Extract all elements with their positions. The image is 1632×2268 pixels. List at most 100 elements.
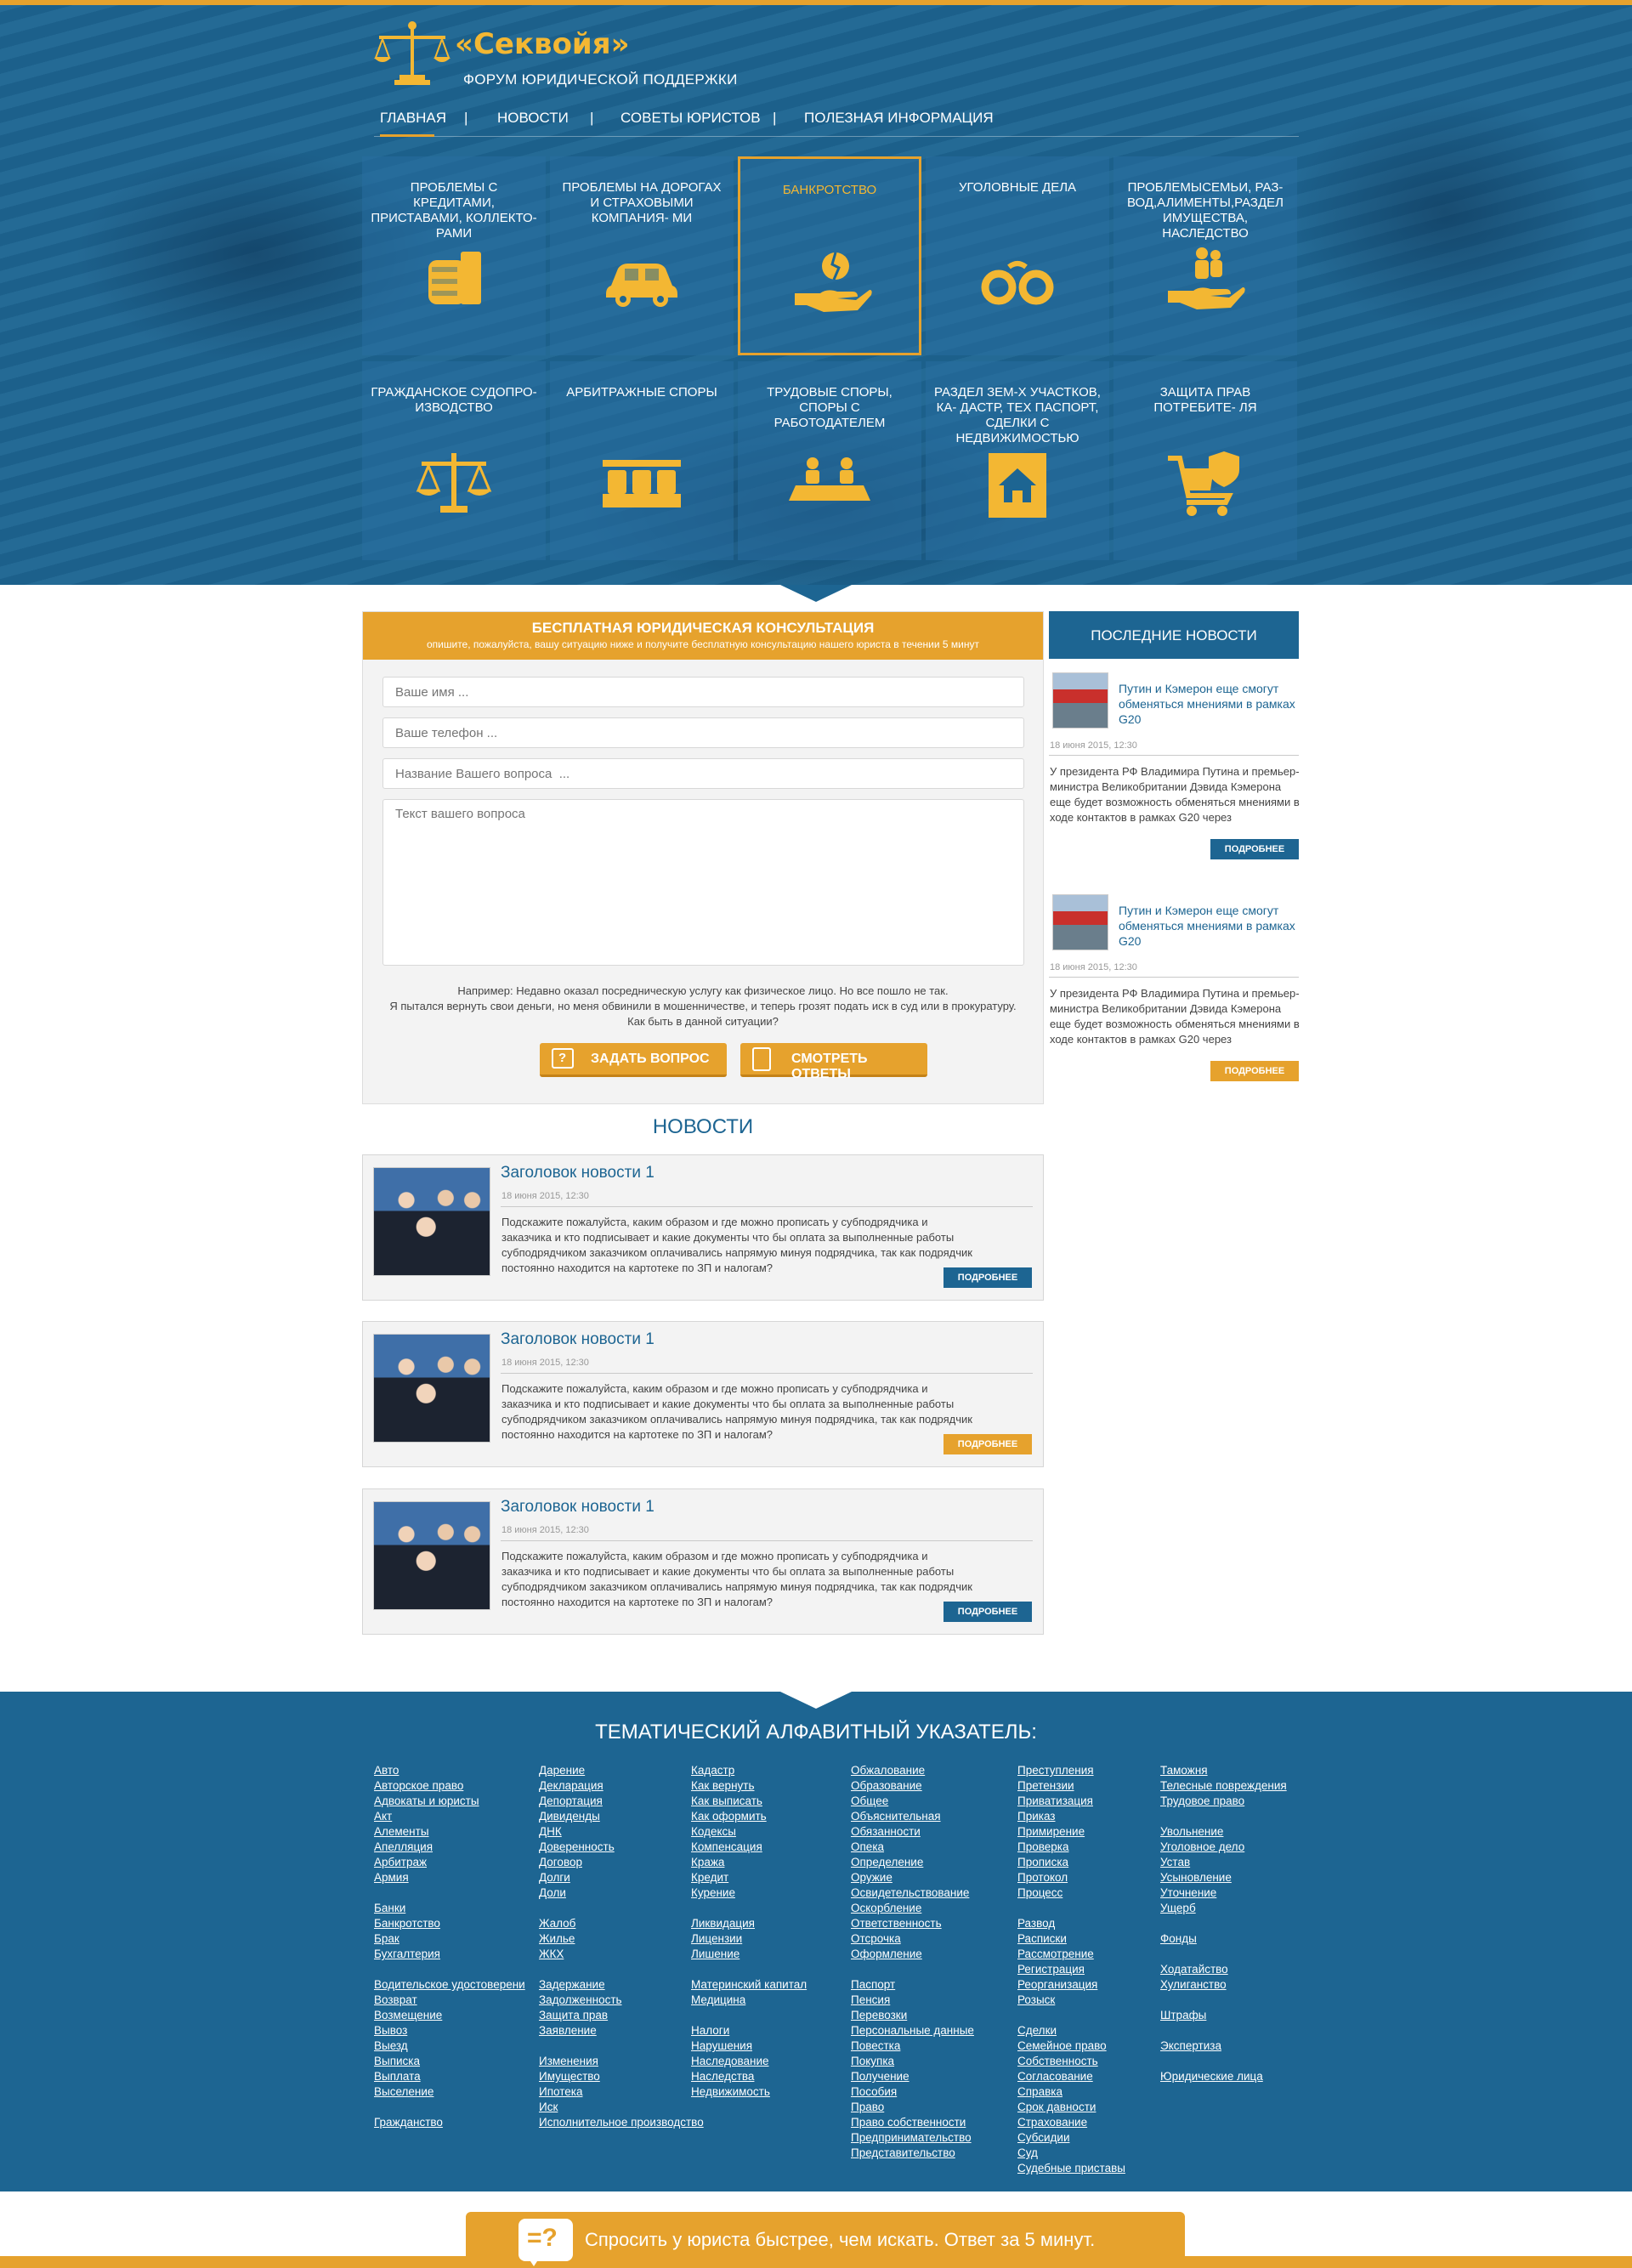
index-link[interactable]: Оскорбление bbox=[851, 1901, 974, 1916]
index-link[interactable]: Субсидии bbox=[1017, 2130, 1125, 2146]
index-link[interactable]: Брак bbox=[374, 1931, 525, 1947]
more-button[interactable]: ПОДРОБНЕЕ bbox=[944, 1267, 1032, 1288]
index-link[interactable]: Хулиганство bbox=[1160, 1977, 1287, 1993]
index-link[interactable]: Устав bbox=[1160, 1855, 1287, 1870]
index-link[interactable]: Реорганизация bbox=[1017, 1977, 1125, 1993]
index-link[interactable]: Оформление bbox=[851, 1947, 974, 1962]
index-link[interactable]: Лицензии bbox=[691, 1931, 807, 1947]
view-answers-button[interactable]: СМОТРЕТЬ ОТВЕТЫ bbox=[740, 1043, 927, 1081]
index-link[interactable]: Согласование bbox=[1017, 2069, 1125, 2084]
index-link[interactable]: Общее bbox=[851, 1794, 974, 1809]
index-link[interactable]: Исполнительное производство bbox=[539, 2115, 704, 2130]
index-link[interactable]: Претензии bbox=[1017, 1778, 1125, 1794]
ask-question-button[interactable]: ? ЗАДАТЬ ВОПРОС bbox=[540, 1043, 727, 1077]
nav-item-home[interactable]: ГЛАВНАЯ bbox=[380, 110, 446, 127]
index-link[interactable]: Сделки bbox=[1017, 2023, 1125, 2038]
index-link[interactable]: Защита прав bbox=[539, 2008, 704, 2023]
nav-item-useful-info[interactable]: ПОЛЕЗНАЯ ИНФОРМАЦИЯ bbox=[804, 110, 994, 127]
index-link[interactable]: Расписки bbox=[1017, 1931, 1125, 1947]
question-title-field[interactable] bbox=[382, 758, 1024, 789]
index-link[interactable]: Иск bbox=[539, 2100, 704, 2115]
index-link[interactable]: Арбитраж bbox=[374, 1855, 525, 1870]
index-link[interactable]: Пенсия bbox=[851, 1993, 974, 2008]
index-link[interactable]: Лишение bbox=[691, 1947, 807, 1962]
more-button[interactable]: ПОДРОБНЕЕ bbox=[1210, 839, 1299, 859]
index-link[interactable]: Авто bbox=[374, 1763, 525, 1778]
index-link[interactable]: Компенсация bbox=[691, 1840, 807, 1855]
index-link[interactable]: Перевозки bbox=[851, 2008, 974, 2023]
index-link[interactable]: Бухгалтерия bbox=[374, 1947, 525, 1962]
index-link[interactable]: Срок давности bbox=[1017, 2100, 1125, 2115]
side-news-title[interactable]: Путин и Кэмерон еще смогут обменяться мн… bbox=[1119, 681, 1297, 727]
index-link[interactable]: Справка bbox=[1017, 2084, 1125, 2100]
index-link[interactable]: Дивиденды bbox=[539, 1809, 704, 1824]
index-link[interactable]: Возврат bbox=[374, 1993, 525, 2008]
index-link[interactable]: Депортация bbox=[539, 1794, 704, 1809]
index-link[interactable]: Собственность bbox=[1017, 2054, 1125, 2069]
index-link[interactable]: Медицина bbox=[691, 1993, 807, 2008]
tile-civil-procedure[interactable]: ГРАЖДАНСКОЕ СУДОПРО- ИЗВОДСТВО bbox=[362, 361, 546, 560]
news-title[interactable]: Заголовок новости 1 bbox=[501, 1498, 654, 1517]
index-link[interactable]: Определение bbox=[851, 1855, 974, 1870]
tile-credit-problems[interactable]: ПРОБЛЕМЫ С КРЕДИТАМИ, ПРИСТАВАМИ, КОЛЛЕК… bbox=[362, 156, 546, 355]
index-link[interactable]: Банкротство bbox=[374, 1916, 525, 1931]
index-link[interactable]: Покупка bbox=[851, 2054, 974, 2069]
news-photo[interactable] bbox=[373, 1167, 490, 1276]
index-link[interactable]: Ходатайство bbox=[1160, 1962, 1287, 1977]
index-link[interactable]: Фонды bbox=[1160, 1931, 1287, 1947]
index-link[interactable]: Отсрочка bbox=[851, 1931, 974, 1947]
ask-lawyer-cta[interactable]: =? Спросить у юриста быстрее, чем искать… bbox=[466, 2212, 1185, 2268]
index-link[interactable]: Водительское удостоверени bbox=[374, 1977, 525, 1993]
train-thumbnail[interactable] bbox=[1052, 894, 1108, 950]
index-link[interactable]: Примирение bbox=[1017, 1824, 1125, 1840]
index-link[interactable]: Уголовное дело bbox=[1160, 1840, 1287, 1855]
index-link[interactable]: Обязанности bbox=[851, 1824, 974, 1840]
index-link[interactable]: ЖКХ bbox=[539, 1947, 704, 1962]
index-link[interactable]: Армия bbox=[374, 1870, 525, 1885]
news-title[interactable]: Заголовок новости 1 bbox=[501, 1330, 654, 1349]
tile-arbitration[interactable]: АРБИТРАЖНЫЕ СПОРЫ bbox=[550, 361, 734, 560]
index-link[interactable]: Оружие bbox=[851, 1870, 974, 1885]
index-link[interactable]: Авторское право bbox=[374, 1778, 525, 1794]
tile-criminal-cases[interactable]: УГОЛОВНЫЕ ДЕЛА bbox=[926, 156, 1109, 355]
index-link[interactable]: Наследование bbox=[691, 2054, 807, 2069]
index-link[interactable]: Вывоз bbox=[374, 2023, 525, 2038]
index-link[interactable]: Проверка bbox=[1017, 1840, 1125, 1855]
nav-item-news[interactable]: НОВОСТИ bbox=[497, 110, 569, 127]
index-link[interactable]: Дарение bbox=[539, 1763, 704, 1778]
index-link[interactable]: Договор bbox=[539, 1855, 704, 1870]
index-link[interactable]: Изменения bbox=[539, 2054, 704, 2069]
index-link[interactable]: Экспертиза bbox=[1160, 2038, 1287, 2054]
index-link[interactable]: Пособия bbox=[851, 2084, 974, 2100]
index-link[interactable]: Выписка bbox=[374, 2054, 525, 2069]
index-link[interactable]: Персональные данные bbox=[851, 2023, 974, 2038]
index-link[interactable]: Как оформить bbox=[691, 1809, 807, 1824]
index-link[interactable]: Право bbox=[851, 2100, 974, 2115]
index-link[interactable]: Кадастр bbox=[691, 1763, 807, 1778]
index-link[interactable]: Доли bbox=[539, 1885, 704, 1901]
index-link[interactable]: Семейное право bbox=[1017, 2038, 1125, 2054]
index-link[interactable]: Опека bbox=[851, 1840, 974, 1855]
index-link[interactable]: Банки bbox=[374, 1901, 525, 1916]
index-link[interactable]: Гражданство bbox=[374, 2115, 525, 2130]
index-link[interactable]: Выплата bbox=[374, 2069, 525, 2084]
index-link[interactable]: Обжалование bbox=[851, 1763, 974, 1778]
index-link[interactable]: Объяснительная bbox=[851, 1809, 974, 1824]
index-link[interactable]: Повестка bbox=[851, 2038, 974, 2054]
index-link[interactable]: Ликвидация bbox=[691, 1916, 807, 1931]
index-link[interactable]: Алементы bbox=[374, 1824, 525, 1840]
index-link[interactable]: Уточнение bbox=[1160, 1885, 1287, 1901]
question-text-area[interactable] bbox=[382, 799, 1024, 966]
tile-road-insurance[interactable]: ПРОБЛЕМЫ НА ДОРОГАХ И СТРАХОВЫМИ КОМПАНИ… bbox=[550, 156, 734, 355]
more-button[interactable]: ПОДРОБНЕЕ bbox=[944, 1602, 1032, 1622]
more-button[interactable]: ПОДРОБНЕЕ bbox=[1210, 1061, 1299, 1081]
tile-bankruptcy[interactable]: БАНКРОТСТВО bbox=[738, 156, 921, 355]
index-link[interactable]: Как вернуть bbox=[691, 1778, 807, 1794]
index-link[interactable]: ДНК bbox=[539, 1824, 704, 1840]
index-link[interactable]: Адвокаты и юристы bbox=[374, 1794, 525, 1809]
index-link[interactable]: Апелляция bbox=[374, 1840, 525, 1855]
more-button[interactable]: ПОДРОБНЕЕ bbox=[944, 1434, 1032, 1454]
news-title[interactable]: Заголовок новости 1 bbox=[501, 1164, 654, 1182]
index-link[interactable]: Преступления bbox=[1017, 1763, 1125, 1778]
index-link[interactable]: Регистрация bbox=[1017, 1962, 1125, 1977]
